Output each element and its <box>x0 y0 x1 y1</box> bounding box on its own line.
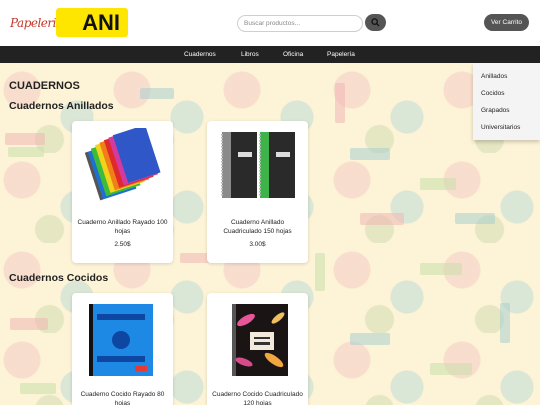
site-logo[interactable]: Papeleria ANI <box>10 8 128 37</box>
background-book <box>360 213 404 225</box>
search-icon <box>371 18 380 27</box>
nav-item-papeleria[interactable]: Papelería <box>327 46 355 63</box>
background-book <box>350 333 390 345</box>
product-name: Cuaderno Cocido Cuadriculado 120 hojas <box>212 391 303 405</box>
background-book <box>420 263 462 275</box>
site-header: Papeleria ANI Ver Carrito <box>0 0 540 46</box>
background-book <box>10 318 48 330</box>
product-card[interactable]: Cuaderno Cocido Rayado 80 hojas <box>72 293 173 405</box>
background-book <box>350 148 390 160</box>
background-book <box>5 133 45 145</box>
cuadernos-dropdown-menu: Anillados Cocidos Grapados Universitario… <box>473 63 540 140</box>
nav-item-libros[interactable]: Libros <box>241 46 259 63</box>
section-title-anillados: Cuadernos Anillados <box>9 100 114 112</box>
main-nav: Cuadernos Libros Oficina Papelería <box>0 46 540 63</box>
product-image <box>81 300 164 378</box>
main-content: CUADERNOS Cuadernos Anillados Cuaderno A… <box>0 63 540 405</box>
logo-brand: ANI <box>56 8 128 37</box>
product-image <box>216 300 299 378</box>
section-title-cocidos: Cuadernos Cocidos <box>9 272 109 284</box>
background-book <box>315 253 325 291</box>
background-book <box>20 383 56 394</box>
background-book <box>455 213 495 224</box>
background-book <box>420 178 456 190</box>
dropdown-item-cocidos[interactable]: Cocidos <box>481 90 504 97</box>
product-card[interactable]: Cuaderno Anillado Rayado 100 hojas 2.50$ <box>72 121 173 263</box>
product-card[interactable]: Cuaderno Anillado Cuadriculado 150 hojas… <box>207 121 308 263</box>
nav-item-oficina[interactable]: Oficina <box>283 46 303 63</box>
background-book <box>8 147 44 157</box>
nav-item-cuadernos[interactable]: Cuadernos <box>184 46 216 63</box>
product-card[interactable]: Cuaderno Cocido Cuadriculado 120 hojas <box>207 293 308 405</box>
background-book <box>430 363 472 375</box>
product-price: 2.50$ <box>114 241 131 248</box>
dropdown-item-anillados[interactable]: Anillados <box>481 73 507 80</box>
product-image <box>81 124 164 206</box>
background-book <box>500 303 510 343</box>
product-name: Cuaderno Anillado Cuadriculado 150 hojas <box>223 219 292 235</box>
product-name: Cuaderno Cocido Rayado 80 hojas <box>80 391 165 405</box>
product-image <box>216 128 299 206</box>
search-button[interactable] <box>365 14 386 31</box>
search-input[interactable] <box>237 15 363 32</box>
background-book <box>335 83 345 123</box>
dropdown-item-universitarios[interactable]: Universitarios <box>481 124 520 131</box>
dropdown-item-grapados[interactable]: Grapados <box>481 107 510 114</box>
product-price: 3.00$ <box>249 241 266 248</box>
background-book <box>140 88 174 99</box>
view-cart-button[interactable]: Ver Carrito <box>484 14 529 31</box>
page-title: CUADERNOS <box>9 80 80 92</box>
product-name: Cuaderno Anillado Rayado 100 hojas <box>77 219 168 235</box>
background-book <box>180 253 210 263</box>
